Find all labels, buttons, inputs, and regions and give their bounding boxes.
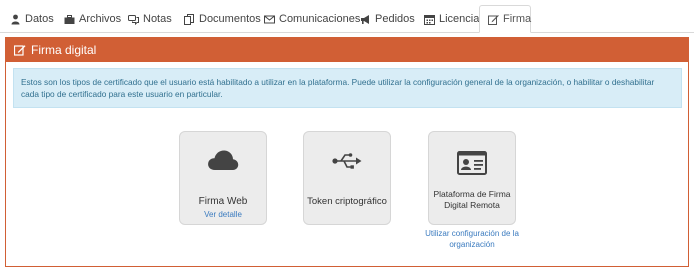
user-icon xyxy=(10,14,21,25)
tab-documentos[interactable]: Documentos xyxy=(176,6,269,32)
briefcase-icon xyxy=(64,14,75,25)
files-icon xyxy=(184,13,195,25)
usb-icon xyxy=(304,152,390,170)
tab-pedidos[interactable]: Pedidos xyxy=(352,6,423,32)
info-alert: Estos son los tipos de certificado que e… xyxy=(13,68,682,108)
card-firma-remota[interactable]: Plataforma de Firma Digital Remota xyxy=(428,131,516,225)
comments-icon xyxy=(128,14,139,25)
tab-label: Notas xyxy=(143,13,172,25)
envelope-icon xyxy=(264,14,275,25)
tab-firma[interactable]: Firma xyxy=(479,5,531,33)
tab-datos[interactable]: Datos xyxy=(2,6,62,32)
tab-label: Datos xyxy=(25,13,54,25)
edit-icon xyxy=(488,14,499,25)
tab-label: Firma xyxy=(503,13,532,25)
firma-digital-panel: Firma digital Estos son los tipos de cer… xyxy=(5,37,689,267)
tab-label: Documentos xyxy=(199,13,261,25)
bullhorn-icon xyxy=(360,14,371,25)
tab-label: Archivos xyxy=(79,13,122,25)
card-firma-web[interactable]: Firma Web Ver detalle xyxy=(179,131,267,225)
tab-label: Licencias xyxy=(439,13,485,25)
panel-title: Firma digital xyxy=(31,43,97,57)
card-title: Plataforma de Firma Digital Remota xyxy=(433,189,511,210)
tab-label: Pedidos xyxy=(375,13,415,25)
card-token-criptografico[interactable]: Token criptográfico xyxy=(303,131,391,225)
tab-label: Comunicaciones xyxy=(279,13,361,25)
panel-header: Firma digital xyxy=(6,38,688,62)
card-title: Firma Web xyxy=(198,196,248,207)
id-card-icon xyxy=(429,151,515,175)
calendar-icon xyxy=(424,14,435,25)
tab-bar: Datos Archivos Notas Documentos Comunica… xyxy=(0,0,694,33)
utilizar-configuracion-link[interactable]: Utilizar configuración de la organizació… xyxy=(418,228,526,250)
cloud-icon xyxy=(180,149,266,171)
card-title: Token criptográfico xyxy=(307,196,387,207)
ver-detalle-link[interactable]: Ver detalle xyxy=(180,210,266,219)
tab-archivos[interactable]: Archivos xyxy=(56,6,129,32)
edit-icon xyxy=(13,44,26,56)
tab-notas[interactable]: Notas xyxy=(120,6,180,32)
